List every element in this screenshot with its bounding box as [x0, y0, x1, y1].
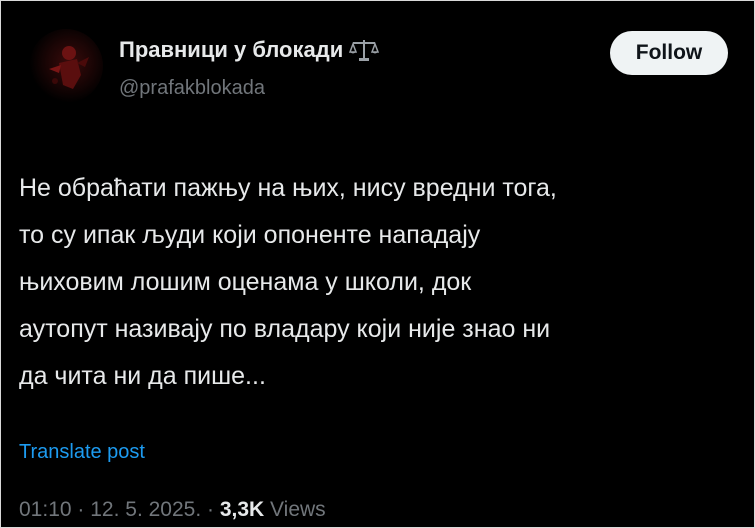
avatar[interactable]	[29, 29, 103, 103]
balance-scale-icon	[349, 38, 380, 62]
author-name-text: Правници у блокади	[119, 37, 344, 62]
author-display-name[interactable]: Правници у блокади	[119, 37, 380, 63]
post-card: Правници у блокади @prafakblokada Follow…	[0, 0, 755, 528]
views-label: Views	[264, 498, 326, 521]
follow-button[interactable]: Follow	[610, 31, 728, 75]
post-time[interactable]: 01:10	[19, 498, 72, 521]
meta-separator: ·	[201, 498, 220, 521]
views-count[interactable]: 3,3K	[220, 498, 264, 521]
post-text: Не обраћати пажњу на њих, нису вредни то…	[19, 174, 557, 390]
post-meta: 01:10 · 12. 5. 2025. · 3,3K Views	[19, 498, 326, 522]
avatar-figure-icon	[49, 46, 89, 89]
post-date[interactable]: 12. 5. 2025.	[90, 498, 201, 521]
author-handle[interactable]: @prafakblokada	[119, 77, 265, 100]
meta-separator: ·	[71, 498, 91, 521]
translate-post-link[interactable]: Translate post	[19, 441, 145, 464]
